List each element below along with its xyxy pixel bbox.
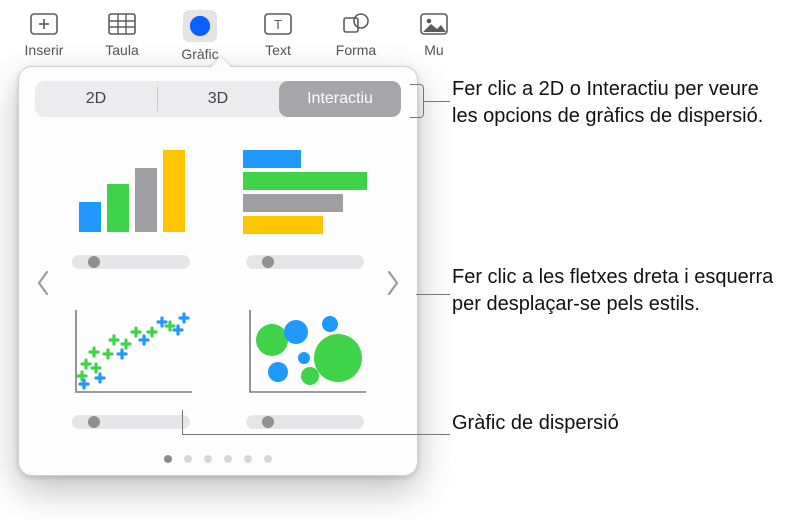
page-dot[interactable] — [224, 455, 232, 463]
chevron-right-icon — [385, 269, 401, 304]
callout-scatter-label: Gràfic de dispersió — [452, 410, 752, 437]
callout-arrows-hint: Fer clic a les fletxes dreta i esquerra … — [452, 264, 782, 318]
insert-icon — [27, 10, 61, 38]
bubble-chart-icon — [235, 297, 375, 407]
text-icon: T — [261, 10, 295, 38]
chevron-left-icon — [35, 269, 51, 304]
bar-chart-icon — [61, 137, 201, 247]
callout-bracket — [410, 84, 424, 118]
scatter-chart-thumb[interactable] — [56, 297, 206, 437]
segment-2d[interactable]: 2D — [35, 81, 157, 117]
hbar-chart-thumb[interactable] — [230, 137, 380, 277]
toolbar-label: Text — [265, 42, 291, 58]
callout-line — [424, 101, 450, 102]
callout-line — [416, 294, 450, 295]
style-slider[interactable] — [72, 255, 190, 269]
page-dot[interactable] — [184, 455, 192, 463]
page-dot[interactable] — [204, 455, 212, 463]
style-slider[interactable] — [246, 255, 364, 269]
style-slider[interactable] — [246, 415, 364, 429]
toolbar-item-shape[interactable]: Forma — [326, 10, 386, 58]
svg-text:T: T — [274, 17, 282, 32]
toolbar-label: Inserir — [25, 42, 64, 58]
toolbar: Inserir Taula Gràfic T — [0, 0, 787, 66]
toolbar-item-text[interactable]: T Text — [248, 10, 308, 58]
chart-mode-segment: 2D 3D Interactiu — [35, 81, 401, 117]
callout-line — [182, 434, 450, 435]
callout-line — [182, 410, 183, 434]
scatter-chart-icon — [61, 297, 201, 407]
toolbar-label: Taula — [105, 42, 138, 58]
toolbar-label: Mu — [424, 42, 443, 58]
page-dot[interactable] — [244, 455, 252, 463]
page-dots — [35, 455, 401, 463]
bar-chart-thumb[interactable] — [56, 137, 206, 277]
toolbar-item-table[interactable]: Taula — [92, 10, 152, 58]
toolbar-label: Forma — [336, 42, 376, 58]
chart-style-area — [35, 131, 401, 441]
callout-segment-hint: Fer clic a 2D o Interactiu per veure les… — [452, 76, 772, 130]
toolbar-item-chart[interactable]: Gràfic — [170, 10, 230, 62]
table-icon — [105, 10, 139, 38]
hbar-chart-icon — [235, 137, 375, 247]
chart-icon — [183, 10, 217, 42]
segment-3d[interactable]: 3D — [157, 81, 279, 117]
style-slider[interactable] — [72, 415, 190, 429]
chart-style-grid — [35, 131, 401, 437]
media-icon — [417, 10, 451, 38]
bubble-chart-thumb[interactable] — [230, 297, 380, 437]
page-dot[interactable] — [264, 455, 272, 463]
chart-popover: 2D 3D Interactiu — [18, 66, 418, 476]
toolbar-item-insert[interactable]: Inserir — [14, 10, 74, 58]
toolbar-item-media[interactable]: Mu — [404, 10, 464, 58]
segment-interactive[interactable]: Interactiu — [279, 81, 401, 117]
page-dot[interactable] — [164, 455, 172, 463]
shape-icon — [339, 10, 373, 38]
next-style-arrow[interactable] — [379, 262, 407, 310]
prev-style-arrow[interactable] — [29, 262, 57, 310]
